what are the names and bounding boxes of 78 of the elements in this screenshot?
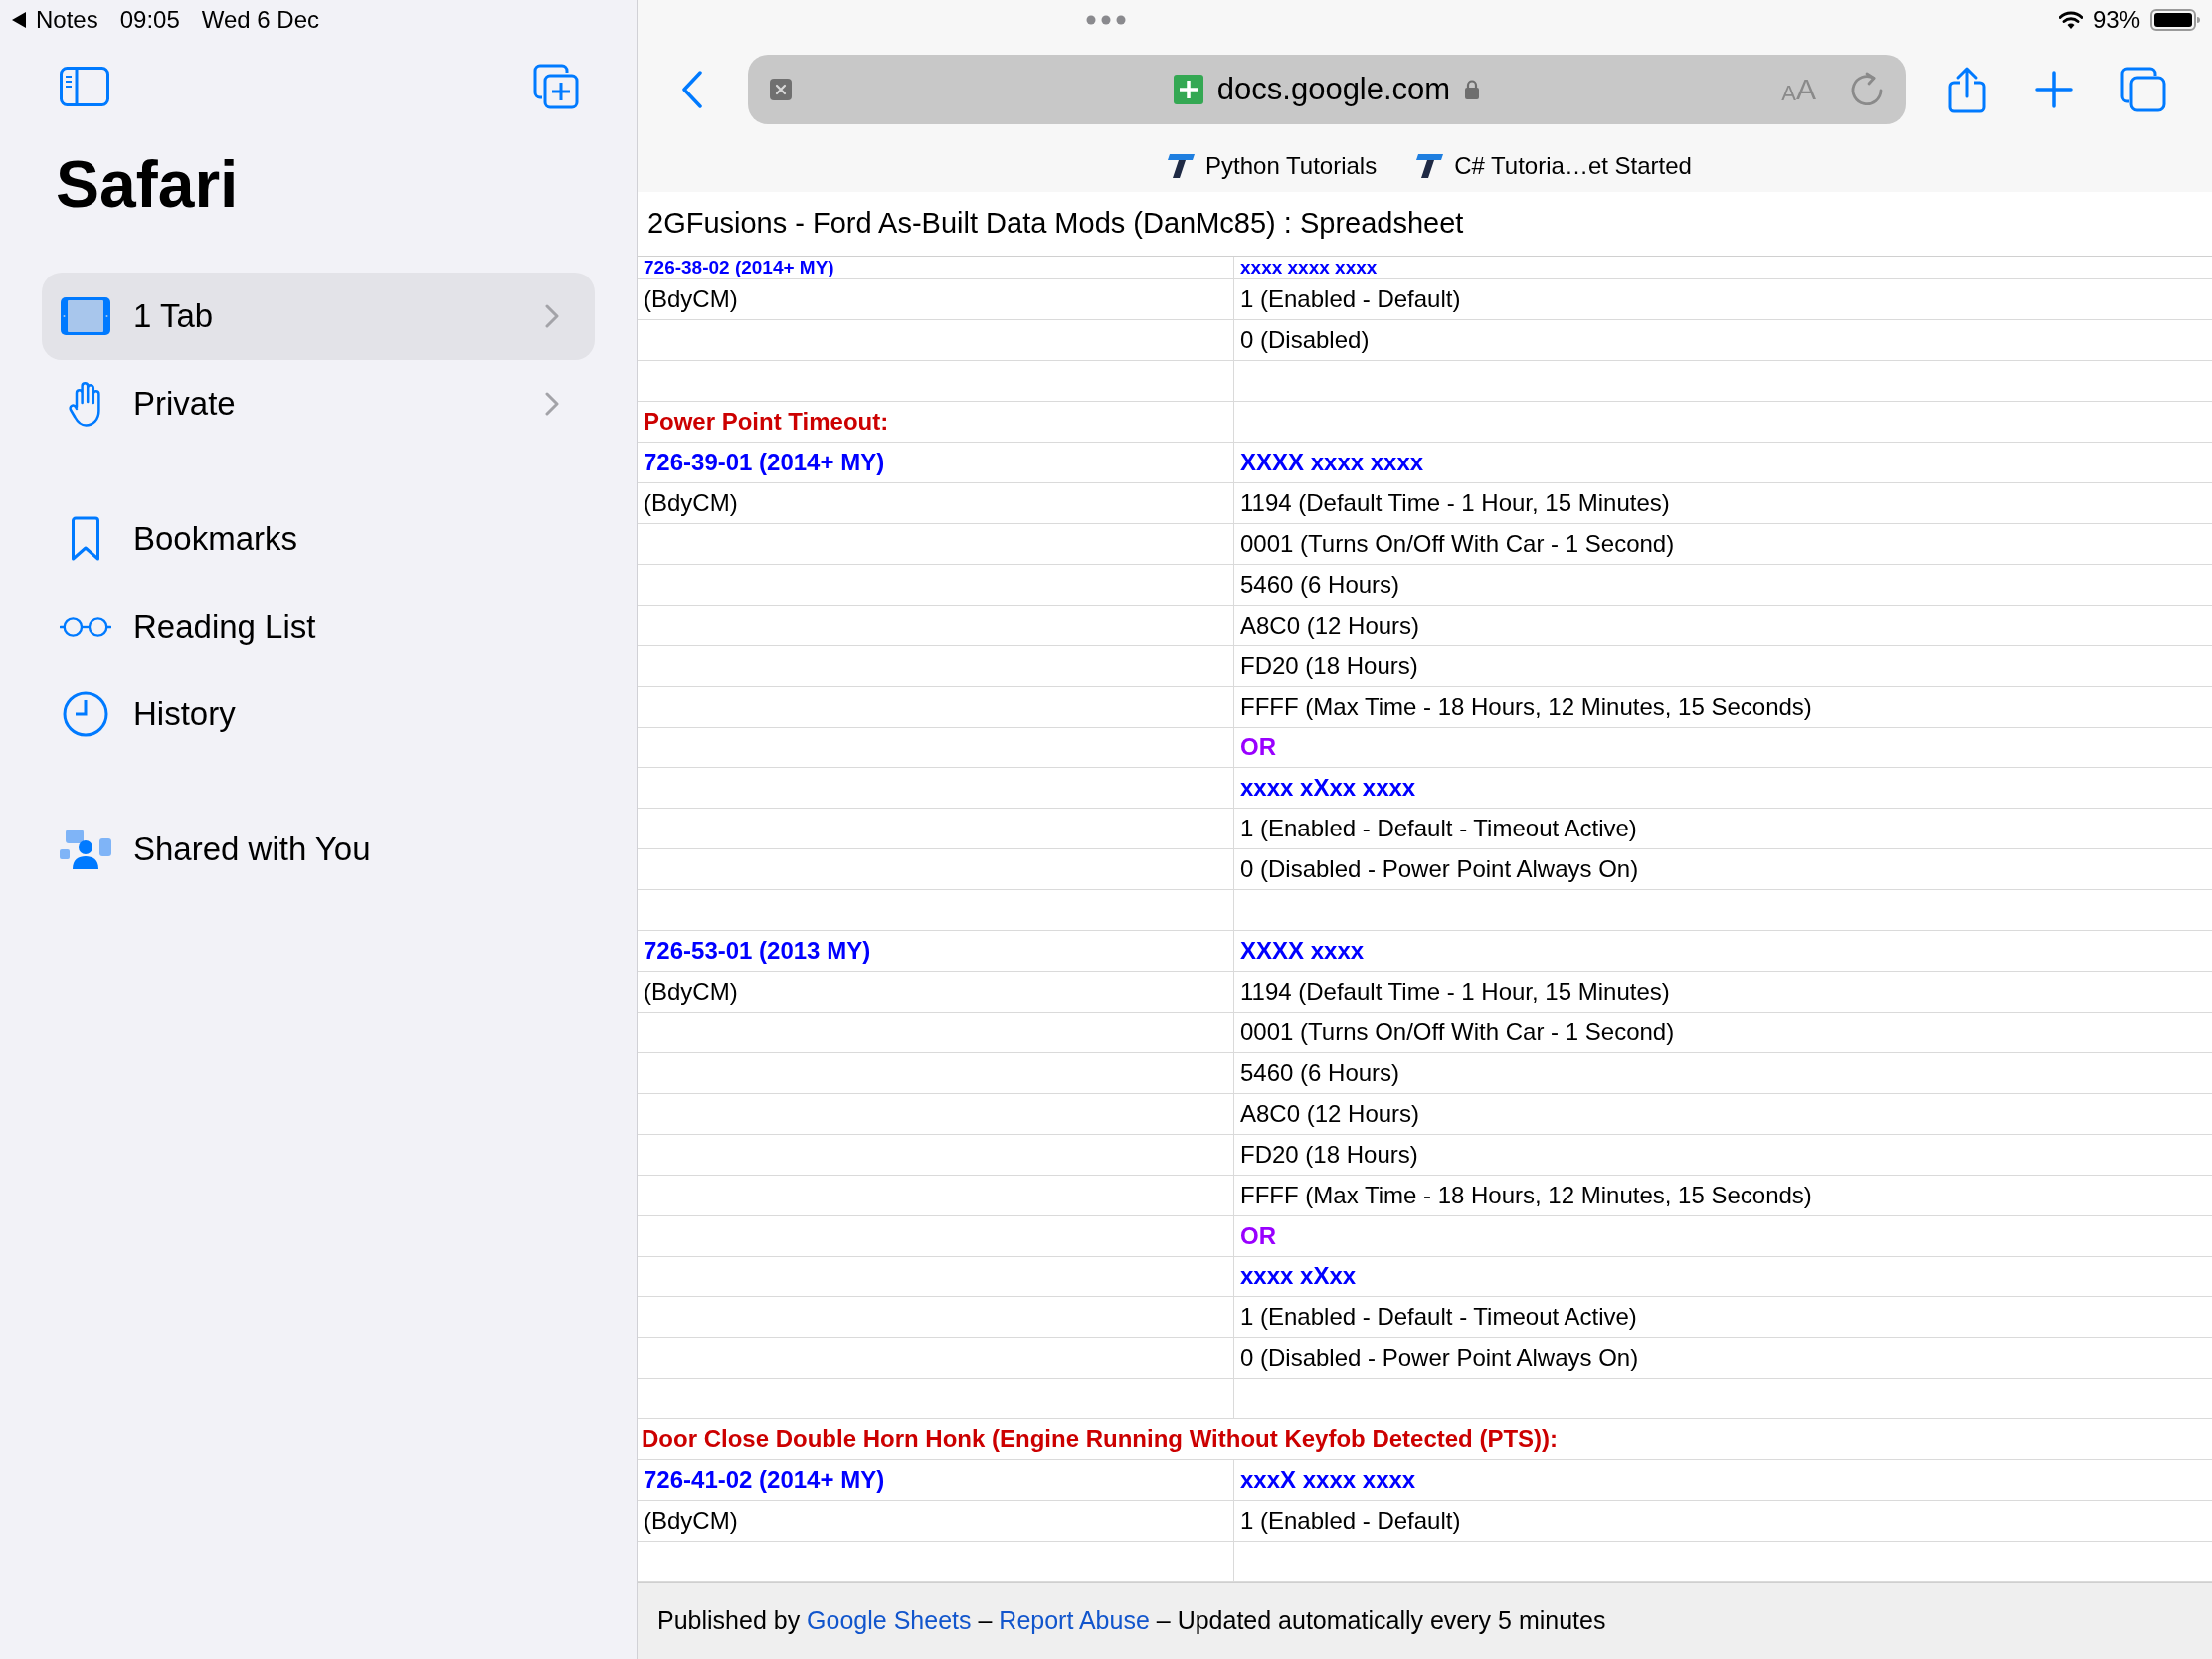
table-cell: Door Close Double Horn Honk (Engine Running Without Keyfob Detected (PTS)): [642,1424,1559,1455]
back-to-app-link[interactable]: Notes [36,2,98,38]
table-cell: 1194 (Default Time - 1 Hour, 15 Minutes) [1240,487,1670,518]
document-title: 2GFusions - Ford As-Built Data Mods (DanMc85) : Spreadsheet [647,206,1464,242]
lock-icon [1464,79,1481,100]
table-cell: (BdyCM) [644,487,738,518]
table-cell: OR [1240,732,1276,763]
people-icon [60,830,111,869]
wifi-icon [2058,11,2083,29]
table-cell: 1 (Enabled - Default) [1240,1506,1461,1536]
table-cell: (BdyCM) [644,1506,738,1536]
share-icon[interactable] [1947,66,1987,113]
table-cell: 0 (Disabled) [1240,325,1370,356]
footer-text: Published by Google Sheets – Report Abuse – Updated automatically every 5 minutes [657,1605,1606,1637]
table-cell: OR [1240,1220,1276,1251]
table-cell: xxxx xxxx xxxx [1240,257,1378,279]
new-tab-group-icon[interactable] [533,64,579,109]
tabs-overview-icon[interactable] [2120,67,2166,112]
close-icon[interactable] [770,79,792,100]
table-cell: 0001 (Turns On/Off With Car - 1 Second) [1240,1016,1675,1047]
address-field[interactable]: docs.google.com AA [748,55,1906,124]
multitasking-dots-icon[interactable] [1086,15,1126,25]
table-cell: FD20 (18 Hours) [1240,650,1418,681]
table-cell: XXXX xxxx [1240,936,1365,967]
table-cell: (BdyCM) [644,284,738,315]
favicon-icon [1414,153,1445,179]
favorite-link[interactable]: Python Tutorials [1205,148,1378,184]
table-cell: XXXX xxxx xxxx [1240,448,1424,478]
table-cell: xxxx xXxx [1240,1261,1357,1292]
back-triangle-icon [12,12,26,28]
table-cell: 726-41-02 (2014+ MY) [644,1465,885,1496]
favicon-icon [1166,153,1197,179]
clock-icon [63,691,108,737]
table-cell: A8C0 (12 Hours) [1240,610,1420,641]
table-cell: Power Point Timeout: [644,407,889,438]
footer-link[interactable]: Google Sheets [807,1606,972,1635]
sidebar-item[interactable]: Shared with You [42,806,595,893]
table-cell: 0001 (Turns On/Off With Car - 1 Second) [1240,528,1675,559]
sidebar-item[interactable]: Reading List [42,583,595,670]
url-text: docs.google.com [1216,70,1451,108]
sidebar-item[interactable]: Private [42,360,595,448]
table-cell: 726-53-01 (2013 MY) [644,936,871,967]
table-cell: FD20 (18 Hours) [1240,1139,1418,1170]
table-cell: (BdyCM) [644,977,738,1007]
table-cell: 5460 (6 Hours) [1240,1057,1400,1088]
sidebar-title: Safari [56,147,239,221]
battery-percent: 93% [2092,5,2140,35]
table-cell: 5460 (6 Hours) [1240,569,1400,600]
table-cell: 0 (Disabled - Power Point Always On) [1240,1343,1639,1374]
table-cell: 0 (Disabled - Power Point Always On) [1240,854,1639,885]
sidebar-item[interactable]: Bookmarks [42,495,595,583]
table-cell: xxxX xxxx xxxx [1240,1465,1416,1496]
table-cell: 1194 (Default Time - 1 Hour, 15 Minutes) [1240,977,1670,1007]
table-cell: 1 (Enabled - Default) [1240,284,1461,315]
table-cell: 726-38-02 (2014+ MY) [644,257,834,279]
footer-link[interactable]: Report Abuse [999,1606,1150,1635]
table-cell: 726-39-01 (2014+ MY) [644,448,885,478]
table-cell: xxxx xXxx xxxx [1240,773,1416,804]
table-cell: 1 (Enabled - Default - Timeout Active) [1240,1302,1637,1333]
bookmark-icon [71,516,100,562]
tablet-icon [61,297,110,335]
table-cell: A8C0 (12 Hours) [1240,1098,1420,1129]
favorite-link[interactable]: C# Tutoria…et Started [1454,148,1692,184]
battery-icon [2150,9,2200,31]
chevron-right-icon [545,392,559,416]
table-cell: FFFF (Max Time - 18 Hours, 12 Minutes, 15 Seconds) [1240,1180,1812,1210]
hand-icon [68,381,103,427]
spreadsheet-icon [1173,75,1203,104]
sidebar-item[interactable]: 1 Tab [42,273,595,360]
table-cell: 1 (Enabled - Default - Timeout Active) [1240,814,1637,844]
sidebar-item[interactable]: History [42,670,595,758]
status-time: 09:05 [119,5,180,35]
table-cell: FFFF (Max Time - 18 Hours, 12 Minutes, 15 Seconds) [1240,691,1812,722]
new-tab-icon[interactable] [2035,71,2073,108]
chevron-right-icon [545,304,559,328]
reload-icon[interactable] [1850,72,1884,107]
sidebar-toggle-icon[interactable] [60,67,109,106]
status-date: Wed 6 Dec [201,5,320,35]
